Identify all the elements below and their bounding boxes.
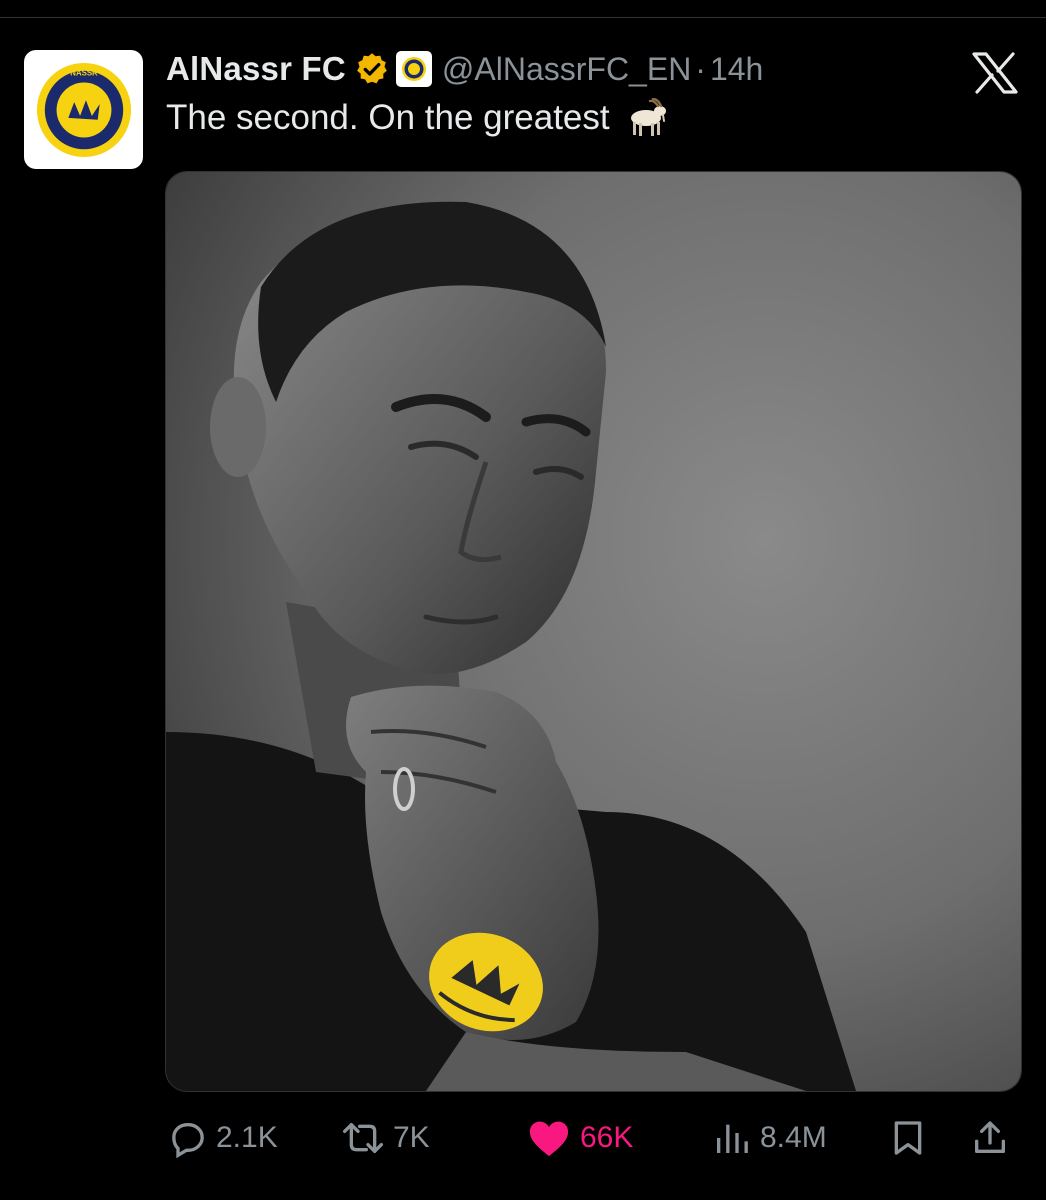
verified-badge-icon: [354, 51, 390, 87]
views-count: 8.4M: [760, 1121, 827, 1154]
avatar[interactable]: NASSR: [24, 50, 143, 169]
heart-icon: [529, 1121, 569, 1157]
repost-button[interactable]: 7K: [341, 1113, 430, 1163]
reply-count: 2.1K: [216, 1121, 278, 1154]
reply-button[interactable]: 2.1K: [168, 1113, 278, 1163]
repost-count: 7K: [393, 1121, 430, 1154]
author-handle[interactable]: @AlNassrFC_EN: [442, 51, 691, 88]
repost-icon: [342, 1123, 383, 1153]
reply-icon: [172, 1123, 204, 1158]
tweet-text: The second. On the greatest: [166, 98, 668, 138]
affiliate-badge-icon[interactable]: [395, 51, 432, 87]
tweet-actions: 2.1K 7K 66K 8.4M: [0, 1113, 1046, 1163]
share-button[interactable]: [970, 1113, 1010, 1163]
separator-dot: ·: [695, 50, 706, 87]
like-count: 66K: [580, 1121, 634, 1154]
views-button[interactable]: 8.4M: [712, 1113, 827, 1163]
like-button[interactable]: 66K: [526, 1113, 633, 1163]
photo-portrait-icon: [166, 172, 1021, 1091]
tweet-media-photo[interactable]: [165, 171, 1022, 1092]
views-chart-icon: [717, 1124, 748, 1153]
bookmark-button[interactable]: [888, 1113, 928, 1163]
share-icon: [975, 1121, 1005, 1153]
goat-emoji-icon: [622, 98, 668, 138]
svg-text:NASSR: NASSR: [70, 68, 98, 77]
display-name[interactable]: AlNassr FC: [166, 50, 346, 88]
bookmark-icon: [894, 1121, 922, 1155]
al-nassr-crest-icon: NASSR: [36, 62, 131, 157]
top-divider: [0, 17, 1046, 18]
tweet-body: The second. On the greatest: [166, 98, 610, 137]
timestamp[interactable]: 14h: [710, 51, 763, 88]
tweet-header: AlNassr FC @AlNassrFC_EN · 14h: [166, 46, 763, 92]
x-logo-icon[interactable]: [972, 52, 1018, 94]
